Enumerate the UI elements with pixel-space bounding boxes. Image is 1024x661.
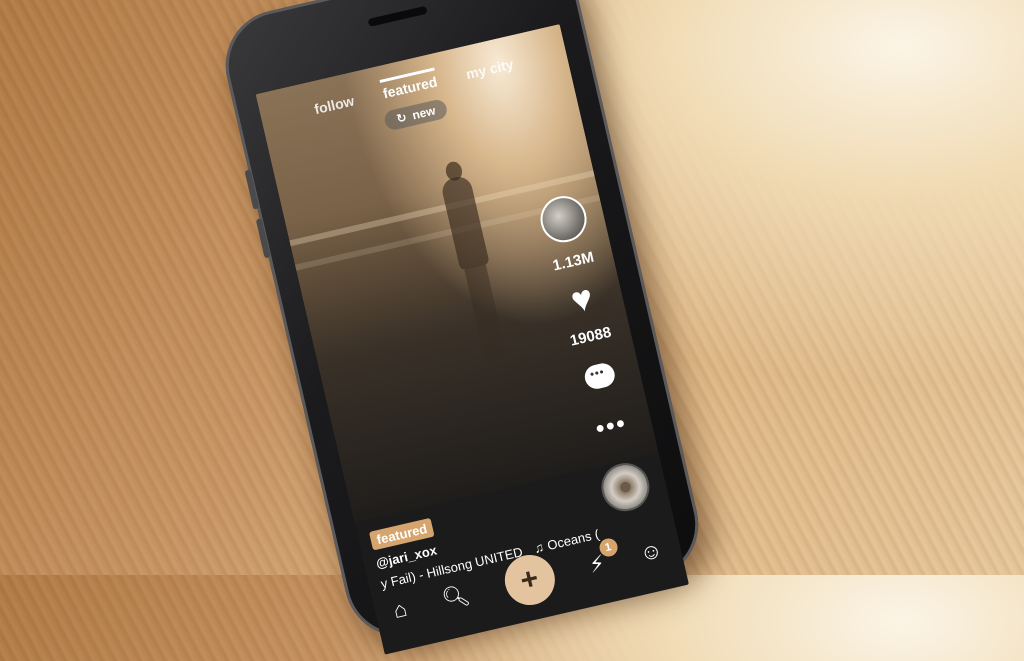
avatar[interactable] (535, 191, 592, 247)
speaker-slot (367, 5, 428, 27)
heart-icon[interactable]: ♥ (567, 276, 597, 321)
music-disc-icon[interactable] (596, 458, 655, 516)
comment-icon[interactable] (582, 361, 618, 392)
plus-icon[interactable]: + (499, 550, 560, 611)
new-label: new (410, 103, 437, 123)
volume-button (255, 218, 271, 259)
reflection (464, 264, 513, 387)
home-icon[interactable]: ⌂ (391, 596, 410, 624)
refresh-icon: ↻ (395, 110, 409, 126)
app-screen: follow featured my city ↻ new 1.13M ♥ 19… (255, 24, 689, 655)
plus-label: + (517, 561, 542, 598)
volume-button (244, 169, 260, 210)
like-count: 19088 (568, 323, 613, 350)
profile-icon[interactable]: ☺ (637, 537, 665, 567)
search-icon[interactable]: 🔍︎ (439, 581, 472, 613)
count-top: 1.13M (551, 248, 596, 275)
phone: follow featured my city ↻ new 1.13M ♥ 19… (214, 0, 710, 655)
more-icon[interactable]: ••• (593, 410, 630, 444)
